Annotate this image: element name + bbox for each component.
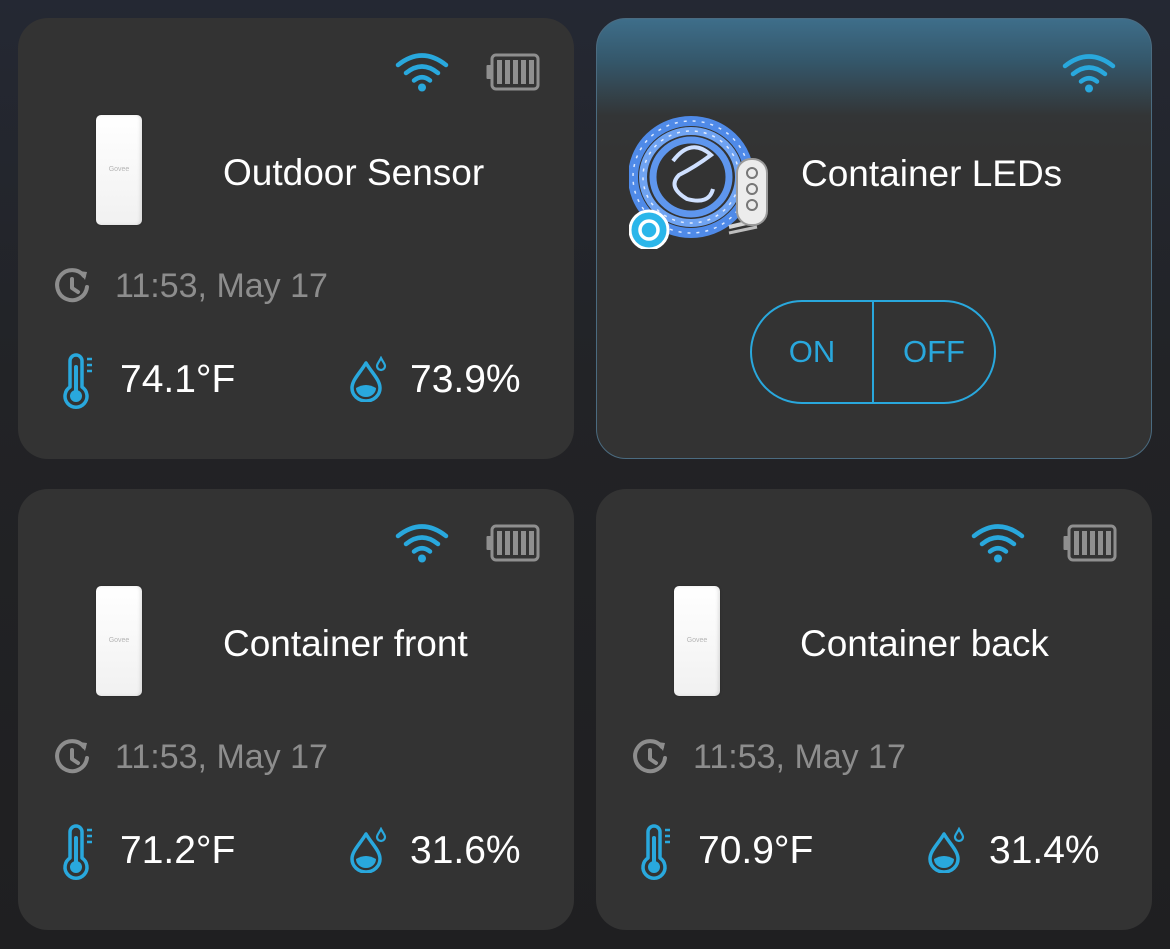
sensor-device-image: Govee <box>96 586 142 696</box>
device-name: Container LEDs <box>801 153 1063 194</box>
wifi-icon <box>971 523 1025 563</box>
device-name: Container back <box>800 623 1049 664</box>
power-toggle[interactable]: ON OFF <box>750 300 996 404</box>
battery-icon <box>485 523 541 563</box>
device-card-container-front[interactable]: Govee Container front 11:53, May 17 71.2… <box>18 489 574 930</box>
humidity-drop-icon <box>926 827 966 873</box>
led-strip-image <box>629 116 768 249</box>
humidity-value: 31.6% <box>410 829 521 872</box>
thermometer-icon <box>60 353 96 409</box>
device-name: Outdoor Sensor <box>223 152 485 193</box>
wifi-icon <box>395 523 449 563</box>
humidity-drop-icon <box>348 827 388 873</box>
temperature-value: 71.2°F <box>120 829 236 872</box>
temperature-value: 74.1°F <box>120 358 236 401</box>
last-update-time: 11:53, May 17 <box>115 267 328 305</box>
clock-icon <box>53 739 91 777</box>
humidity-value: 73.9% <box>410 358 521 401</box>
device-brand-mark: Govee <box>108 166 130 173</box>
thermometer-icon <box>638 824 674 880</box>
sensor-device-image: Govee <box>96 115 142 225</box>
humidity-drop-icon <box>348 356 388 402</box>
device-card-container-back[interactable]: Govee Container back 11:53, May 17 70.9°… <box>596 489 1152 930</box>
battery-icon <box>1062 523 1118 563</box>
last-update-time: 11:53, May 17 <box>693 738 906 776</box>
sensor-device-image: Govee <box>674 586 720 696</box>
device-name: Container front <box>223 623 468 664</box>
device-brand-mark: Govee <box>108 637 130 644</box>
off-button[interactable]: OFF <box>874 302 994 402</box>
temperature-value: 70.9°F <box>698 829 814 872</box>
thermometer-icon <box>60 824 96 880</box>
alexa-badge-icon <box>629 209 670 249</box>
clock-icon <box>53 268 91 306</box>
wifi-icon <box>1062 53 1116 93</box>
device-card-container-leds[interactable]: Container LEDs ON OFF <box>596 18 1152 459</box>
device-brand-mark: Govee <box>686 637 708 644</box>
on-button[interactable]: ON <box>752 302 872 402</box>
clock-icon <box>631 739 669 777</box>
device-card-outdoor-sensor[interactable]: Govee Outdoor Sensor 11:53, May 17 74.1°… <box>18 18 574 459</box>
wifi-icon <box>395 52 449 92</box>
battery-icon <box>485 52 541 92</box>
humidity-value: 31.4% <box>989 829 1100 872</box>
last-update-time: 11:53, May 17 <box>115 738 328 776</box>
